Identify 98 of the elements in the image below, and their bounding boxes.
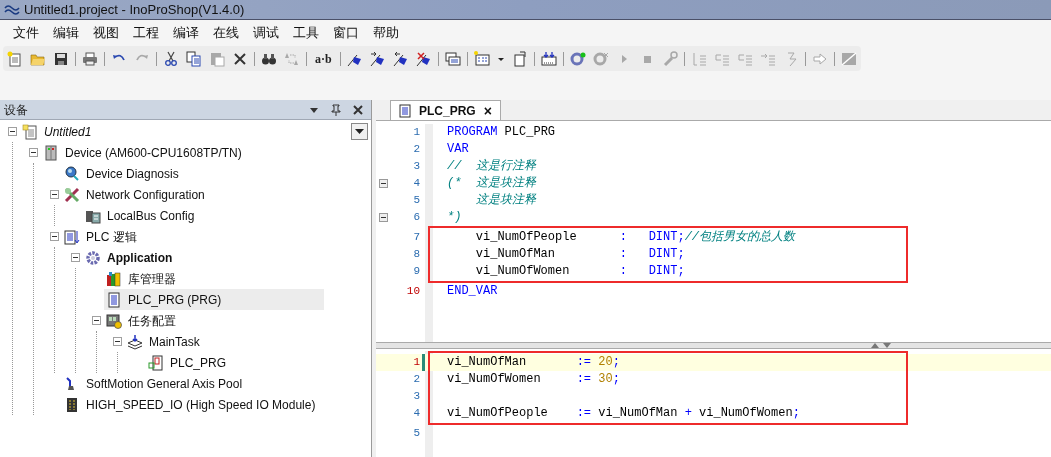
code-line: PROGRAM PLC_PRG: [447, 124, 556, 141]
menu-item[interactable]: 工具: [288, 23, 324, 43]
delete-icon[interactable]: [232, 50, 248, 67]
code-line: vi_NumOfWomen : DINT;: [474, 263, 685, 280]
scissors-icon[interactable]: [163, 50, 179, 67]
line-number: 5: [412, 193, 420, 209]
menu-item[interactable]: 调试: [248, 23, 284, 43]
dropdown-button[interactable]: [351, 123, 368, 140]
tree-item[interactable]: Device (AM600-CPU1608TP/TN): [65, 143, 242, 162]
line-number: 9: [412, 264, 420, 280]
line-number: 6: [412, 210, 420, 226]
document-icon[interactable]: [511, 50, 528, 67]
tree-item[interactable]: PLC_PRG: [170, 353, 227, 372]
line-number: 3: [412, 389, 420, 405]
code-line: VAR: [447, 141, 469, 158]
document-icon: [22, 123, 38, 140]
save-icon[interactable]: [53, 50, 69, 67]
table-icon[interactable]: [473, 50, 490, 67]
gear-icon: [85, 249, 101, 266]
io-module-icon: [64, 396, 80, 413]
program-icon: [64, 228, 80, 245]
download-icon[interactable]: [540, 50, 557, 67]
line-number: 2: [412, 142, 420, 158]
tab-label: PLC_PRG: [419, 102, 476, 120]
tab-close-button[interactable]: ×: [483, 103, 492, 118]
tree-item[interactable]: Application: [107, 248, 173, 267]
fold-toggle[interactable]: [378, 213, 388, 222]
tree-item[interactable]: Network Configuration: [86, 185, 205, 204]
flag-clear-icon[interactable]: [415, 50, 432, 67]
code-line: vi_NumOfMan : DINT;: [474, 246, 685, 263]
app-logo-icon: [4, 2, 20, 17]
expander[interactable]: [28, 148, 38, 157]
editor-tab[interactable]: PLC_PRG ×: [390, 100, 501, 120]
code-line: vi_NumOfPeople := vi_NumOfMan + vi_NumOfWomen;: [447, 405, 800, 422]
flag-previous-icon[interactable]: [392, 50, 409, 67]
device-icon: [43, 144, 59, 161]
tree-item[interactable]: Untitled1: [44, 122, 92, 141]
windows-icon[interactable]: [444, 50, 461, 67]
document-icon: [106, 291, 122, 308]
code-line: vi_NumOfWomen := 30;: [447, 371, 620, 388]
menu-item[interactable]: 编译: [168, 23, 204, 43]
task-gear-icon: [106, 312, 122, 329]
flag-next-icon[interactable]: [369, 50, 386, 67]
document-icon: [399, 103, 411, 118]
close-icon[interactable]: [353, 104, 363, 115]
line-number: 1: [412, 355, 420, 371]
line-number: 3: [412, 159, 420, 175]
window-title: Untitled1.project - InoProShop(V1.4.0): [24, 0, 245, 19]
line-number: 4: [412, 176, 420, 192]
text-button[interactable]: a·b: [313, 50, 334, 67]
tree-item[interactable]: 任务配置: [128, 311, 176, 330]
code-line: END_VAR: [447, 283, 498, 300]
program-call-icon: [148, 354, 164, 371]
printer-icon[interactable]: [82, 50, 98, 67]
expander[interactable]: [91, 316, 101, 325]
tree-item[interactable]: 库管理器: [128, 269, 176, 288]
expander[interactable]: [112, 337, 122, 346]
caret-icon: [355, 128, 364, 135]
expander[interactable]: [49, 190, 59, 199]
code-line: vi_NumOfMan := 20;: [447, 354, 620, 371]
books-icon: [106, 270, 122, 287]
expander[interactable]: [70, 253, 80, 262]
menu-item[interactable]: 在线: [208, 23, 244, 43]
tools-icon: [64, 186, 80, 203]
line-number: 4: [412, 406, 420, 422]
tree-item[interactable]: LocalBus Config: [107, 206, 195, 225]
stack-icon: [127, 333, 143, 350]
tree-item[interactable]: HIGH_SPEED_IO (High Speed IO Module): [86, 395, 316, 414]
new-file-icon[interactable]: [7, 50, 23, 67]
gear-icon[interactable]: [569, 50, 586, 67]
code-line: // 这是行注释: [447, 158, 536, 175]
menu-item[interactable]: 文件: [8, 23, 44, 43]
menu-item[interactable]: 窗口: [328, 23, 364, 43]
menu-item[interactable]: 视图: [88, 23, 124, 43]
menu-item[interactable]: 编辑: [48, 23, 84, 43]
code-line: vi_NumOfPeople : DINT;//包括男女的总人数: [474, 229, 796, 246]
code-line: *): [447, 209, 462, 226]
tree-item[interactable]: PLC 逻辑: [86, 227, 137, 246]
line-number: 8: [412, 247, 420, 263]
code-line: (* 这是块注释: [447, 175, 536, 192]
expander[interactable]: [49, 232, 59, 241]
code-line: 这是块注释: [474, 192, 536, 209]
tree-item[interactable]: Device Diagnosis: [86, 164, 179, 183]
tree-item[interactable]: SoftMotion General Axis Pool: [86, 374, 243, 393]
line-number: 10: [405, 284, 420, 300]
copy-icon[interactable]: [186, 50, 202, 67]
pin-icon[interactable]: [331, 103, 341, 116]
menu-item[interactable]: 帮助: [368, 23, 404, 43]
panel-title: 设备: [4, 101, 29, 119]
line-number: 7: [412, 230, 420, 246]
line-number: 5: [412, 426, 420, 442]
fold-toggle[interactable]: [378, 179, 388, 188]
magnifier-icon: [64, 165, 80, 182]
expander[interactable]: [7, 127, 17, 136]
line-number: 1: [412, 125, 420, 141]
tree-item[interactable]: MainTask: [149, 332, 200, 351]
line-number: 2: [412, 372, 420, 388]
menu-item[interactable]: 工程: [128, 23, 164, 43]
